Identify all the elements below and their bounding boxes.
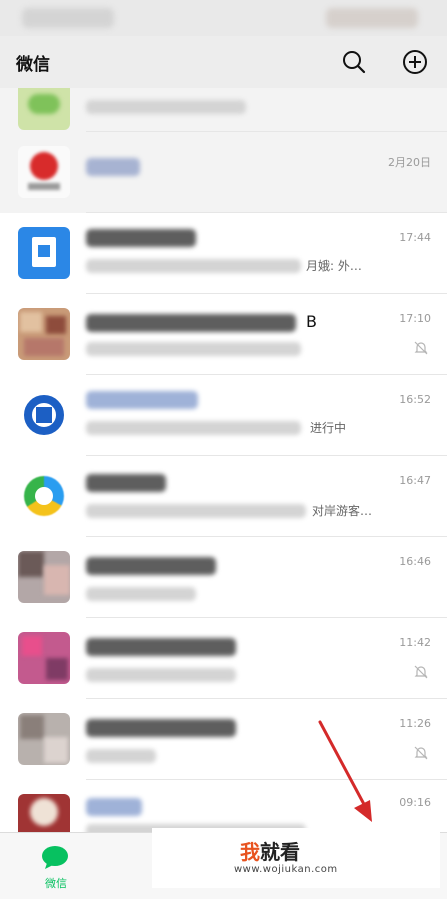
plus-circle-icon[interactable] — [401, 48, 429, 76]
avatar — [18, 146, 70, 198]
avatar — [18, 632, 70, 684]
avatar — [18, 88, 70, 130]
chat-row[interactable] — [0, 88, 447, 132]
chat-time: 16:46 — [399, 555, 431, 568]
watermark-logo: 我就看 — [240, 840, 300, 864]
avatar — [18, 308, 70, 360]
chat-list: 2月20日 月娥: 外… 17:44 B 17:10 进行中 16:52 对岸游… — [0, 88, 447, 832]
message-preview: 月娥: 外… — [306, 259, 362, 273]
chat-row[interactable]: 11:26 — [0, 699, 447, 780]
chat-row[interactable]: 进行中 16:52 — [0, 375, 447, 456]
watermark: 我就看 www.wojiukan.com — [152, 828, 440, 888]
avatar — [18, 227, 70, 279]
chat-row[interactable]: 09:16 — [0, 780, 447, 832]
chat-row[interactable]: 对岸游客… 16:47 — [0, 456, 447, 537]
contact-name-blurred — [86, 798, 142, 816]
message-preview-blurred — [86, 749, 156, 763]
chat-row[interactable]: B 17:10 — [0, 294, 447, 375]
bell-off-icon — [414, 665, 428, 679]
message-preview-blurred — [86, 259, 301, 273]
top-bar: 微信 — [0, 36, 447, 88]
chat-row[interactable]: 2月20日 — [0, 132, 447, 213]
contact-name-blurred — [86, 474, 166, 492]
contact-name-blurred — [86, 314, 296, 332]
chat-time: 16:47 — [399, 474, 431, 487]
contact-name-blurred — [86, 391, 198, 409]
tab-chats[interactable]: 微信 — [30, 843, 82, 893]
chat-bubble-icon — [42, 846, 68, 869]
contact-name-blurred — [86, 229, 196, 247]
chat-time: 16:52 — [399, 393, 431, 406]
bell-off-icon — [414, 341, 428, 355]
avatar — [18, 470, 70, 522]
message-preview: 进行中 — [310, 421, 347, 435]
avatar — [18, 551, 70, 603]
message-preview-blurred — [86, 342, 301, 356]
contact-name-blurred — [86, 557, 216, 575]
chat-time: 17:10 — [399, 312, 431, 325]
bell-off-icon — [414, 746, 428, 760]
page-title: 微信 — [16, 55, 50, 75]
tab-chats-label: 微信 — [45, 877, 67, 890]
chat-time: 09:16 — [399, 796, 431, 809]
chat-row[interactable]: 11:42 — [0, 618, 447, 699]
avatar — [18, 389, 70, 441]
message-preview: 对岸游客… — [312, 504, 373, 518]
search-icon[interactable] — [340, 48, 368, 76]
message-preview-blurred — [86, 587, 196, 601]
chat-row[interactable]: 月娥: 外… 17:44 — [0, 213, 447, 294]
message-preview-blurred — [86, 504, 306, 518]
message-preview-blurred — [86, 100, 246, 114]
chat-time: 11:26 — [399, 717, 431, 730]
contact-name-blurred — [86, 719, 236, 737]
message-preview-blurred — [86, 668, 236, 682]
avatar — [18, 713, 70, 765]
contact-name-blurred — [86, 158, 140, 176]
contact-name-suffix: B — [306, 312, 317, 331]
chat-time: 11:42 — [399, 636, 431, 649]
chat-time: 17:44 — [399, 231, 431, 244]
watermark-url: www.wojiukan.com — [234, 864, 338, 875]
status-bar-right-blurred — [326, 8, 418, 28]
chat-time: 2月20日 — [388, 156, 431, 169]
chat-row[interactable]: 16:46 — [0, 537, 447, 618]
contact-name-blurred — [86, 638, 236, 656]
avatar — [18, 794, 70, 832]
status-bar-left-blurred — [22, 8, 114, 28]
message-preview-blurred — [86, 421, 301, 435]
status-bar — [0, 0, 447, 36]
